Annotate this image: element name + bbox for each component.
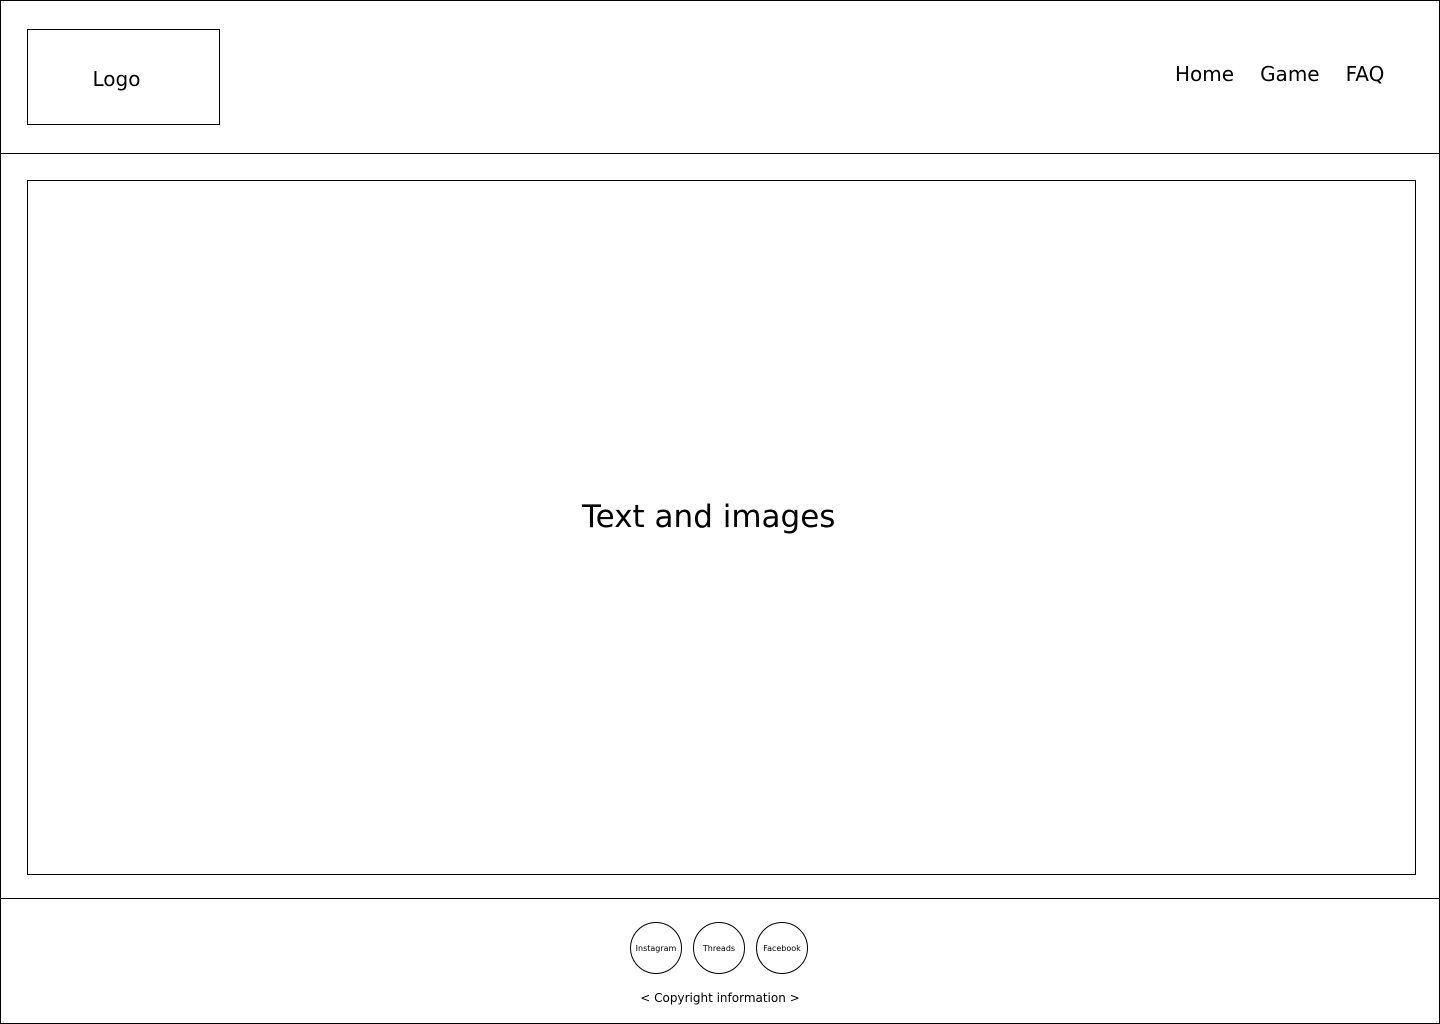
nav-link-game[interactable]: Game [1260, 60, 1320, 88]
copyright-text: < Copyright information > [640, 991, 800, 1005]
nav-link-faq[interactable]: FAQ [1346, 60, 1385, 88]
threads-label: Threads [702, 943, 736, 953]
facebook-label: Facebook [763, 943, 801, 953]
logo-label: Logo [92, 67, 141, 91]
threads-button[interactable]: Threads [693, 922, 745, 974]
main-content-area: Text and images [27, 180, 1416, 875]
logo[interactable]: Logo [27, 29, 220, 125]
instagram-label: Instagram [635, 943, 677, 953]
main-nav: Home Game FAQ [1175, 60, 1384, 88]
instagram-button[interactable]: Instagram [630, 922, 682, 974]
nav-link-home[interactable]: Home [1175, 60, 1234, 88]
social-links: Instagram Threads Facebook [630, 922, 808, 974]
header-divider [0, 153, 1440, 154]
footer-divider [0, 898, 1440, 899]
content-placeholder-text: Text and images [582, 499, 836, 535]
facebook-button[interactable]: Facebook [756, 922, 808, 974]
